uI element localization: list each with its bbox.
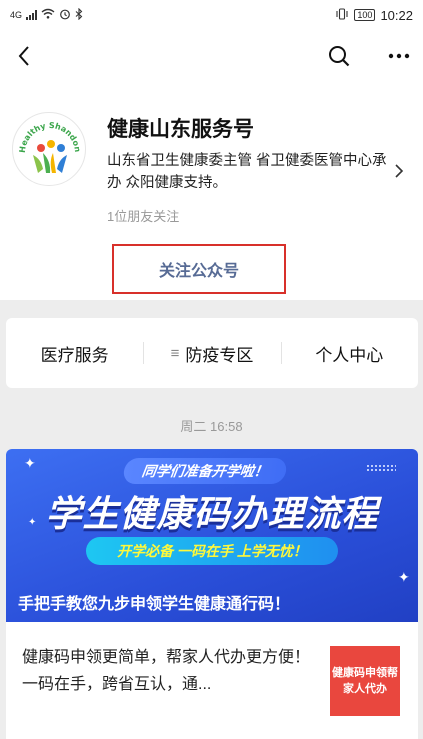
banner-slogan: 开学必备 一码在手 上学无忧！ (86, 537, 338, 565)
friends-following: 1位朋友关注 (107, 209, 180, 224)
vibrate-icon (335, 7, 349, 23)
article-title: 手把手教您九步申领学生健康通行码！ (18, 596, 291, 613)
follow-button[interactable]: 关注公众号 (112, 244, 286, 294)
sparkle-icon: ✦ (24, 455, 36, 471)
alarm-icon (59, 8, 71, 23)
menu-item-label: 医疗服务 (40, 345, 109, 365)
menu-item-label: 防疫专区 (185, 345, 254, 365)
account-profile: Healthy Shandong 健康山东服务号 山东省卫生健康委主管 省卫健委… (0, 82, 423, 300)
follow-button-label: 关注公众号 (158, 263, 239, 280)
service-menu: 医疗服务 ≡ 防疫专区 个人中心 (6, 318, 418, 388)
menu-item-personal-center[interactable]: 个人中心 (280, 318, 418, 388)
signal-icon (26, 10, 38, 20)
menu-item-epidemic-zone[interactable]: ≡ 防疫专区 (143, 318, 280, 388)
status-right: 100 10:22 (335, 8, 413, 23)
article-summary[interactable]: 健康码申领更简单，帮家人代办更方便！ 一码在手，跨省互认，通... (22, 644, 318, 698)
status-left: 4G (10, 7, 83, 23)
article-thumbnail[interactable]: 健康码申领帮家人代办 (330, 646, 400, 716)
healthy-shandong-logo: Healthy Shandong (10, 106, 82, 173)
search-button[interactable] (322, 40, 356, 72)
top-navbar (0, 30, 423, 82)
back-icon (18, 46, 29, 66)
menu-list-icon: ≡ (170, 344, 180, 362)
decorative-dots (366, 464, 396, 472)
menu-item-label: 个人中心 (315, 345, 384, 365)
account-name: 健康山东服务号 (107, 118, 254, 141)
article-card[interactable]: ✦ ✦ ✦ 同学们准备开学啦！ 学生健康码办理流程 开学必备 一码在手 上学无忧… (6, 449, 418, 739)
message-timestamp: 周二 16:58 (180, 419, 243, 434)
back-button[interactable] (8, 40, 40, 72)
menu-item-medical-services[interactable]: 医疗服务 (6, 318, 143, 388)
banner-tag: 同学们准备开学啦！ (122, 458, 288, 484)
bluetooth-icon (75, 7, 83, 23)
status-bar: 4G 100 10:22 (0, 0, 423, 30)
sparkle-icon: ✦ (398, 569, 410, 585)
status-time: 10:22 (380, 7, 413, 23)
wifi-icon (41, 8, 55, 22)
more-icon (388, 53, 410, 59)
search-icon (329, 46, 350, 67)
chevron-right-icon[interactable] (392, 162, 406, 180)
battery-indicator: 100 (354, 9, 376, 21)
account-description[interactable]: 山东省卫生健康委主管 省卫健委医管中心承办 众阳健康支持。 (107, 150, 392, 194)
more-button[interactable] (383, 40, 415, 72)
article-banner[interactable]: ✦ ✦ ✦ 同学们准备开学啦！ 学生健康码办理流程 开学必备 一码在手 上学无忧… (6, 449, 418, 622)
account-avatar[interactable]: Healthy Shandong (10, 106, 86, 186)
banner-title: 学生健康码办理流程 (45, 493, 379, 534)
svg-text:Healthy Shandong: Healthy Shandong (13, 113, 82, 153)
network-label: 4G (10, 10, 23, 20)
